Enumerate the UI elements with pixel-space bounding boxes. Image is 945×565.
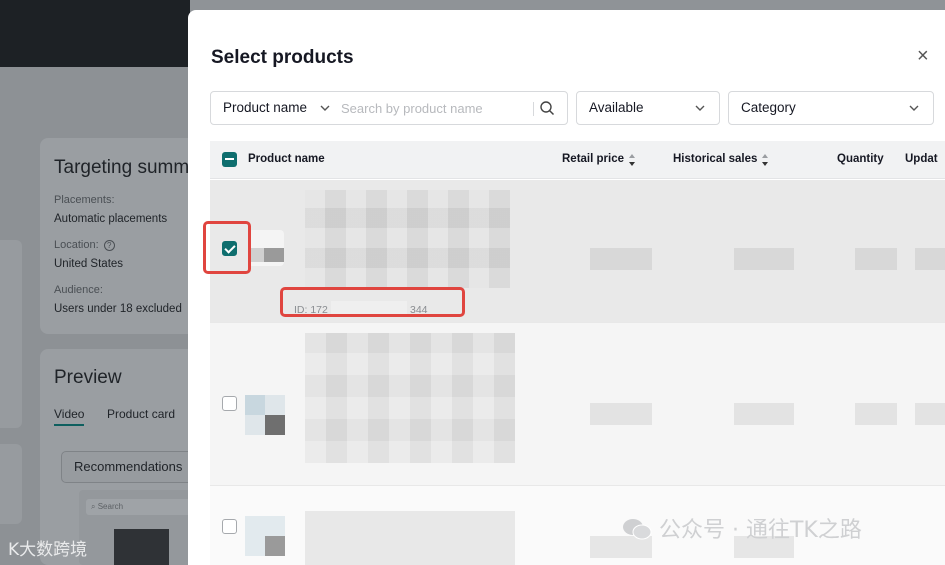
column-header-quantity: Quantity	[837, 153, 884, 165]
preview-title: Preview	[54, 367, 122, 388]
row-checkbox[interactable]	[222, 396, 237, 411]
close-icon[interactable]: ×	[917, 45, 929, 68]
column-header-updated: Updat	[905, 153, 938, 165]
sort-icon[interactable]	[761, 153, 769, 167]
location-label: Location: ?	[54, 239, 115, 251]
background-side-panel	[0, 240, 22, 428]
audience-value: Users under 18 excluded	[54, 303, 182, 315]
category-select-value: Category	[741, 100, 796, 115]
chevron-down-icon[interactable]	[319, 102, 331, 114]
table-header: Product name Retail price Historical sal…	[210, 141, 945, 179]
column-header-retail-price[interactable]: Retail price	[562, 153, 624, 165]
pixelation-overlay	[305, 333, 515, 463]
row-checkbox[interactable]	[222, 519, 237, 534]
product-thumbnail-pixel	[265, 536, 285, 556]
sort-icon[interactable]	[628, 153, 636, 167]
search-field-select[interactable]: Product name	[223, 100, 307, 115]
wechat-icon	[622, 518, 652, 540]
column-header-historical-sales[interactable]: Historical sales	[673, 153, 757, 165]
search-icon[interactable]	[539, 100, 555, 116]
blurred-retail-price	[590, 248, 652, 270]
pixelation-overlay	[305, 190, 510, 288]
select-all-checkbox[interactable]	[222, 152, 237, 167]
active-tab-indicator	[54, 424, 84, 426]
blurred-quantity	[855, 248, 897, 270]
product-search-group: Product name Search by product name	[210, 91, 568, 125]
modal-title: Select products	[211, 47, 354, 68]
watermark-text: 公众号 · 通往TK之路	[622, 512, 862, 544]
availability-select[interactable]: Available	[576, 91, 720, 125]
tab-video[interactable]: Video	[54, 407, 84, 421]
blurred-product-name	[305, 511, 515, 565]
product-thumbnail-pixel	[245, 395, 265, 415]
info-icon: ?	[103, 240, 115, 251]
placements-label: Placements:	[54, 194, 115, 206]
blurred-historical-sales	[734, 248, 794, 270]
blurred-retail-price	[590, 403, 652, 425]
search-icon: ⌕	[91, 502, 96, 511]
table-row[interactable]	[210, 322, 945, 485]
top-navigation-bar	[0, 0, 190, 67]
product-thumbnail-pixel	[265, 415, 285, 435]
placements-value: Automatic placements	[54, 213, 168, 225]
phone-search-bar: ⌕ Search	[86, 499, 196, 515]
blurred-updated	[915, 403, 945, 425]
chevron-down-icon	[695, 105, 705, 111]
logo-icon: K	[8, 540, 20, 560]
preview-thumbnail	[114, 529, 169, 565]
column-header-product-name: Product name	[248, 153, 325, 165]
blurred-updated	[915, 248, 945, 270]
location-value: United States	[54, 258, 124, 270]
highlight-box-product-id	[280, 287, 465, 317]
highlight-box-checkbox	[203, 221, 251, 274]
tab-product-card[interactable]: Product card	[107, 407, 175, 421]
category-select[interactable]: Category	[728, 91, 934, 125]
recommendations-dropdown[interactable]: Recommendations	[61, 451, 201, 483]
search-input[interactable]: Search by product name	[341, 101, 483, 116]
product-thumbnail-pixel	[250, 248, 264, 262]
divider	[533, 102, 534, 116]
targeting-summary-title: Targeting summ	[54, 157, 190, 178]
audience-label: Audience:	[54, 284, 103, 296]
blurred-historical-sales	[734, 403, 794, 425]
chevron-down-icon	[909, 105, 919, 111]
product-thumbnail-pixel	[264, 248, 284, 262]
watermark-logo: K大数跨境	[8, 540, 88, 560]
blurred-quantity	[855, 403, 897, 425]
background-side-panel	[0, 444, 22, 524]
availability-select-value: Available	[589, 100, 644, 115]
